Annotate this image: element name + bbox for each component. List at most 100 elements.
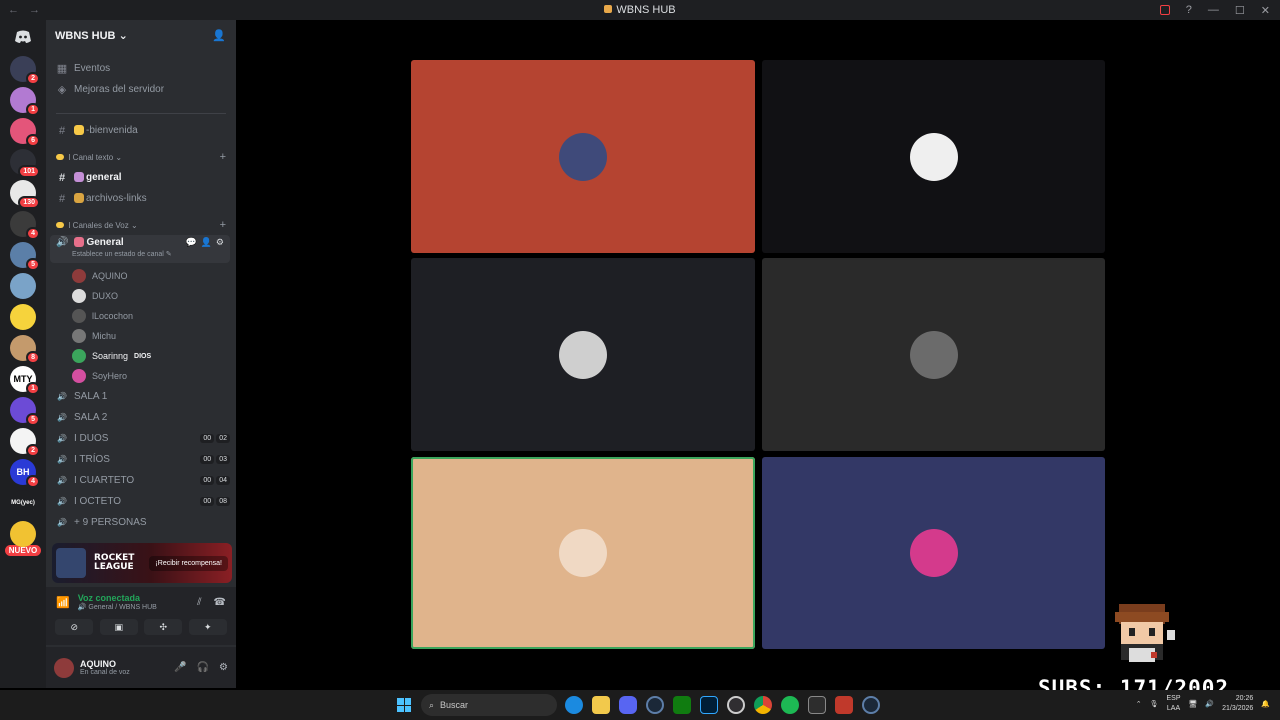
voice-channel[interactable]: 🔊 SALA 1: [46, 386, 236, 407]
server-icon[interactable]: MG(yec): [10, 490, 36, 516]
channel-bienvenida[interactable]: # -bienvenida: [46, 120, 236, 141]
microphone-icon[interactable]: 🎤: [174, 662, 186, 673]
server-icon[interactable]: 130: [10, 180, 40, 209]
server-icon[interactable]: MTY 1: [10, 366, 40, 395]
unread-badge: 5: [26, 258, 40, 271]
noise-suppression-icon[interactable]: ⫽: [197, 597, 201, 608]
voice-user[interactable]: Michu: [46, 326, 236, 346]
server-icon[interactable]: [10, 521, 36, 547]
video-tile[interactable]: [411, 457, 755, 649]
voice-location[interactable]: 🔊 General / WBNS HUB: [78, 603, 157, 611]
sidebar-item-events[interactable]: ▦ Eventos: [46, 58, 236, 79]
windows-start-icon[interactable]: [397, 698, 411, 712]
voice-channel[interactable]: 🔊 I OCTETO 00 08: [46, 491, 236, 512]
server-icon[interactable]: 6: [10, 118, 40, 147]
maximize-button[interactable]: ☐: [1235, 4, 1245, 17]
server-icon[interactable]: 4: [10, 211, 40, 240]
voice-user[interactable]: DUXO: [46, 286, 236, 306]
voice-user[interactable]: Soarinng DIOS: [46, 346, 236, 366]
channel-archivos-links[interactable]: # archivos-links: [46, 188, 236, 209]
language-indicator[interactable]: ESP LAA: [1167, 694, 1181, 714]
chevron-up-icon[interactable]: ⌃: [1136, 700, 1142, 708]
chat-icon[interactable]: 💬: [185, 237, 196, 248]
server-list: 2 1 6 101 130 4 5 8 MTY 1 5 2 BH 4 MG(yec): [10, 56, 40, 547]
chevron-down-icon: ⌄: [130, 220, 138, 230]
notification-bell-icon[interactable]: 🔔: [1261, 700, 1270, 708]
settings-gear-icon[interactable]: ⚙: [216, 237, 224, 248]
volume-icon[interactable]: 🔊: [1205, 700, 1214, 708]
server-icon[interactable]: 1: [10, 87, 40, 116]
server-icon[interactable]: 2: [10, 56, 40, 85]
activities-button[interactable]: ✣: [144, 619, 183, 635]
video-tile[interactable]: [762, 60, 1105, 253]
mic-tray-icon[interactable]: 🎙: [1150, 700, 1159, 708]
server-icon[interactable]: 5: [10, 397, 40, 426]
category-voice[interactable]: I Canales de Voz ⌄ +: [46, 215, 236, 235]
rocket-league-promo[interactable]: ROCKET LEAGUE ¡Recibir recompensa!: [52, 543, 232, 583]
user-settings-gear-icon[interactable]: ⚙: [219, 662, 228, 673]
inbox-alert-icon[interactable]: [1159, 5, 1170, 15]
server-icon[interactable]: 5: [10, 242, 40, 271]
add-channel-icon[interactable]: +: [220, 219, 226, 231]
add-channel-icon[interactable]: +: [220, 151, 226, 163]
discord-icon[interactable]: [619, 696, 637, 714]
voice-channel[interactable]: 🔊 + 9 PERSONAS: [46, 512, 236, 533]
invite-people-icon[interactable]: 👤: [212, 29, 226, 42]
video-tile[interactable]: [762, 457, 1105, 649]
server-icon[interactable]: 101: [10, 149, 40, 178]
camera-off-button[interactable]: ⊘: [55, 619, 94, 635]
channel-status-text[interactable]: Establece un estado de canal: [72, 251, 164, 258]
xbox-icon[interactable]: [673, 696, 691, 714]
voice-location-text: General / WBNS HUB: [88, 604, 157, 611]
user-role-tag: DIOS: [134, 352, 152, 360]
voice-channel[interactable]: 🔊 I CUARTETO 00 04: [46, 470, 236, 491]
minimize-button[interactable]: —: [1208, 4, 1219, 16]
video-tile[interactable]: [762, 258, 1105, 451]
server-icon[interactable]: 8: [10, 335, 40, 364]
voice-channel[interactable]: 🔊 I TRÍOS 00 03: [46, 449, 236, 470]
video-tile[interactable]: [411, 60, 755, 253]
avatar[interactable]: [54, 657, 74, 678]
photoshop-icon[interactable]: [700, 696, 718, 714]
voice-user[interactable]: AQUINO: [46, 266, 236, 286]
server-icon[interactable]: BH 4: [10, 459, 40, 488]
video-tile[interactable]: [411, 258, 755, 451]
help-icon[interactable]: ?: [1186, 4, 1192, 16]
screen-share-button[interactable]: ▣: [99, 619, 138, 635]
clock[interactable]: 20:26 21/3/2026: [1222, 694, 1253, 714]
username[interactable]: AQUINO: [80, 659, 130, 669]
file-explorer-icon[interactable]: [592, 696, 610, 714]
discord-home-icon[interactable]: [10, 24, 36, 50]
voice-channel[interactable]: 🔊 I DUOS 00 02: [46, 428, 236, 449]
disconnect-icon[interactable]: ☎: [214, 597, 226, 608]
obs-icon[interactable]: [727, 696, 745, 714]
server-icon[interactable]: 2: [10, 428, 40, 457]
app-icon[interactable]: [808, 696, 826, 714]
edge-icon[interactable]: [565, 696, 583, 714]
chrome-icon[interactable]: [754, 696, 772, 714]
taskbar-search[interactable]: ⌕ Buscar: [421, 694, 557, 716]
spotify-icon[interactable]: [781, 696, 799, 714]
steam-2-icon[interactable]: [862, 696, 880, 714]
network-icon[interactable]: 🖥: [1189, 700, 1198, 708]
claim-reward-button[interactable]: ¡Recibir recompensa!: [149, 555, 228, 571]
voice-channel-general[interactable]: 🔊 General 💬 👤 ⚙ Establece un estado de c…: [50, 235, 230, 263]
voice-status[interactable]: Voz conectada: [78, 593, 157, 603]
speaker-icon: 🔊: [57, 518, 67, 527]
server-icon[interactable]: [10, 304, 36, 330]
category-text[interactable]: I Canal texto ⌄ +: [46, 147, 236, 167]
app-red-icon[interactable]: [835, 696, 853, 714]
sidebar-item-boosts[interactable]: ◈ Mejoras del servidor: [46, 79, 236, 100]
server-header[interactable]: WBNS HUB ⌄ 👤: [46, 20, 236, 50]
invite-icon[interactable]: 👤: [201, 237, 212, 248]
headphones-icon[interactable]: 🎧: [197, 662, 209, 673]
voice-user[interactable]: lLocochon: [46, 306, 236, 326]
steam-icon[interactable]: [646, 696, 664, 714]
voice-user[interactable]: SoyHero: [46, 366, 236, 386]
channel-general[interactable]: # general: [46, 167, 236, 188]
voice-channel[interactable]: 🔊 SALA 2: [46, 407, 236, 428]
close-button[interactable]: ✕: [1261, 4, 1270, 17]
soundboard-button[interactable]: ✦: [188, 619, 227, 635]
server-icon[interactable]: [10, 273, 36, 299]
pencil-icon[interactable]: ✎: [166, 251, 172, 258]
